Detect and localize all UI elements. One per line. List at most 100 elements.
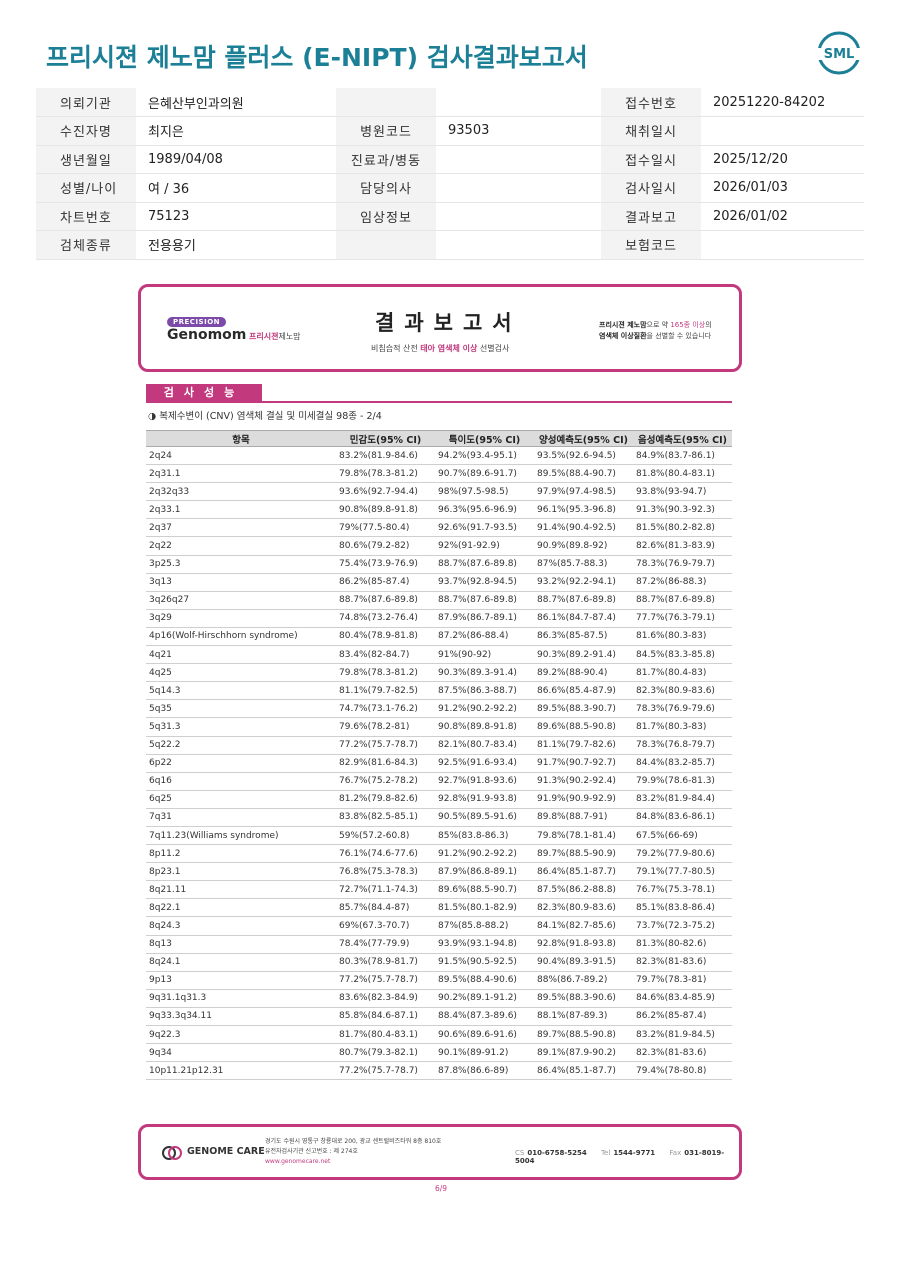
info-label: 접수일시 [601,145,701,174]
info-label: 차트번호 [36,202,136,231]
value-cell: 91.3%(90.3-92.3) [633,500,732,520]
value-cell: 83.2%(81.9-84.6) [336,446,435,466]
info-label: 보험코드 [601,230,701,260]
info-row: 성별/나이 여 / 36 담당의사 검사일시 2026/01/03 [36,173,864,203]
value-cell: 85%(83.8-86.3) [435,826,534,846]
info-value [436,173,601,203]
value-cell: 76.8%(75.3-78.3) [336,862,435,882]
table-row: 6p22 82.9%(81.6-84.3) 92.5%(91.6-93.4) 91.7… [146,754,732,773]
item-cell: 8p11.2 [146,844,336,864]
value-cell: 69%(67.3-70.7) [336,916,435,936]
info-value: 93503 [436,116,601,146]
value-cell: 74.7%(73.1-76.2) [336,699,435,719]
value-cell: 75.4%(73.9-76.9) [336,555,435,574]
info-value: 2025/12/20 [701,145,864,174]
value-cell: 87.9%(86.8-89.1) [435,862,534,882]
value-cell: 85.8%(84.6-87.1) [336,1007,435,1027]
item-cell: 8q13 [146,935,336,954]
value-cell: 90.6%(89.6-91.6) [435,1025,534,1045]
value-cell: 91%(90-92) [435,645,534,665]
value-cell: 92.8%(91.9-93.8) [435,790,534,809]
item-cell: 9p13 [146,971,336,990]
value-cell: 79%(77.5-80.4) [336,518,435,538]
column-header: 음성예측도(95% CI) [633,430,732,447]
info-label: 검체종류 [36,230,136,260]
info-label: 수진자명 [36,116,136,146]
value-cell: 86.3%(85-87.5) [534,627,633,647]
item-cell: 2q32q33 [146,482,336,502]
table-row: 8q24.1 80.3%(78.9-81.7) 91.5%(90.5-92.5) 90… [146,953,732,972]
value-cell: 79.2%(77.9-80.6) [633,844,732,864]
value-cell: 91.9%(90.9-92.9) [534,790,633,809]
value-cell: 90.8%(89.8-91.8) [435,717,534,737]
report-footer: GENOME CARE 경기도 수원시 영통구 창룡대로 200, 광교 센트럴… [138,1124,742,1180]
value-cell: 81.3%(80-82.6) [633,935,732,954]
value-cell: 91.2%(90.2-92.2) [435,844,534,864]
item-cell: 8q22.1 [146,898,336,918]
brand-tag: PRECISION [167,317,226,327]
value-cell: 86.2%(85-87.4) [633,1007,732,1027]
value-cell: 76.7%(75.3-78.1) [633,880,732,900]
value-cell: 88.7%(87.6-89.8) [633,591,732,610]
value-cell: 88.1%(87-89.3) [534,1007,633,1027]
value-cell: 90.3%(89.2-91.4) [534,645,633,665]
value-cell: 89.8%(88.7-91) [534,808,633,827]
info-value: 2026/01/02 [701,202,864,231]
value-cell: 86.2%(85-87.4) [336,573,435,592]
table-row: 5q35 74.7%(73.1-76.2) 91.2%(90.2-92.2) 89.5… [146,699,732,719]
report-note: 프리시젼 제노맘으로 약 165종 이상의 염색체 이상질환을 선별할 수 있습… [599,321,712,340]
table-row: 2q31.1 79.8%(78.3-81.2) 90.7%(89.6-91.7) 89… [146,464,732,484]
value-cell: 77.7%(76.3-79.1) [633,609,732,628]
value-cell: 79.1%(77.7-80.5) [633,862,732,882]
value-cell: 78.3%(76.8-79.7) [633,736,732,755]
item-cell: 9q22.3 [146,1025,336,1045]
value-cell: 91.4%(90.4-92.5) [534,518,633,538]
value-cell: 89.5%(88.3-90.7) [534,699,633,719]
info-label: 성별/나이 [36,173,136,203]
value-cell: 87%(85.7-88.3) [534,555,633,574]
table-row: 9q34 80.7%(79.3-82.1) 90.1%(89-91.2) 89.1%(… [146,1043,732,1063]
item-cell: 4q25 [146,663,336,683]
value-cell: 81.1%(79.7-82.5) [336,681,435,701]
value-cell: 90.5%(89.5-91.6) [435,808,534,827]
value-cell: 82.3%(81-83.6) [633,1043,732,1063]
value-cell: 79.7%(78.3-81) [633,971,732,990]
item-cell: 9q34 [146,1043,336,1063]
value-cell: 76.7%(75.2-78.2) [336,772,435,791]
value-cell: 88.4%(87.3-89.6) [435,1007,534,1027]
value-cell: 82.3%(80.9-83.6) [633,681,732,701]
website-link[interactable]: www.genomecare.net [265,1157,441,1167]
performance-table: 항목 민감도(95% CI) 특이도(95% CI) 양성예측도(95% CI) 음성예… [146,430,732,1081]
value-cell: 82.1%(80.7-83.4) [435,736,534,755]
value-cell: 82.3%(80.9-83.6) [534,898,633,918]
table-row: 4q25 79.8%(78.3-81.2) 90.3%(89.3-91.4) 89.2… [146,663,732,683]
value-cell: 81.7%(80.4-83.1) [336,1025,435,1045]
value-cell: 88%(86.7-89.2) [534,971,633,990]
item-cell: 10p11.21p12.31 [146,1061,336,1081]
info-label [336,88,436,117]
value-cell: 77.2%(75.7-78.7) [336,1061,435,1081]
company-name: GENOME CARE [187,1146,265,1157]
value-cell: 89.5%(88.3-90.6) [534,989,633,1008]
item-cell: 5q31.3 [146,717,336,737]
value-cell: 89.7%(88.5-90.8) [534,1025,633,1045]
value-cell: 96.1%(95.3-96.8) [534,500,633,520]
info-value [436,230,601,260]
item-cell: 2q33.1 [146,500,336,520]
value-cell: 82.9%(81.6-84.3) [336,754,435,773]
section-subtitle: ◑ 복제수변이 (CNV) 염색체 결실 및 미세결실 98종 - 2/4 [148,411,382,422]
value-cell: 94.2%(93.4-95.1) [435,446,534,466]
value-cell: 77.2%(75.7-78.7) [336,736,435,755]
item-cell: 7q31 [146,808,336,827]
value-cell: 93.8%(93-94.7) [633,482,732,502]
page-title: 프리시젼 제노맘 플러스 (E-NIPT) 검사결과보고서 [46,43,588,72]
value-cell: 83.2%(81.9-84.5) [633,1025,732,1045]
value-cell: 81.7%(80.3-83) [633,717,732,737]
value-cell: 89.6%(88.5-90.7) [435,880,534,900]
table-row: 5q31.3 79.6%(78.2-81) 90.8%(89.8-91.8) 89.6… [146,717,732,737]
value-cell: 86.4%(85.1-87.7) [534,1061,633,1081]
value-cell: 90.4%(89.3-91.5) [534,953,633,972]
info-value: 전용용기 [136,230,336,260]
value-cell: 88.7%(87.6-89.8) [435,591,534,610]
info-value [436,145,601,174]
